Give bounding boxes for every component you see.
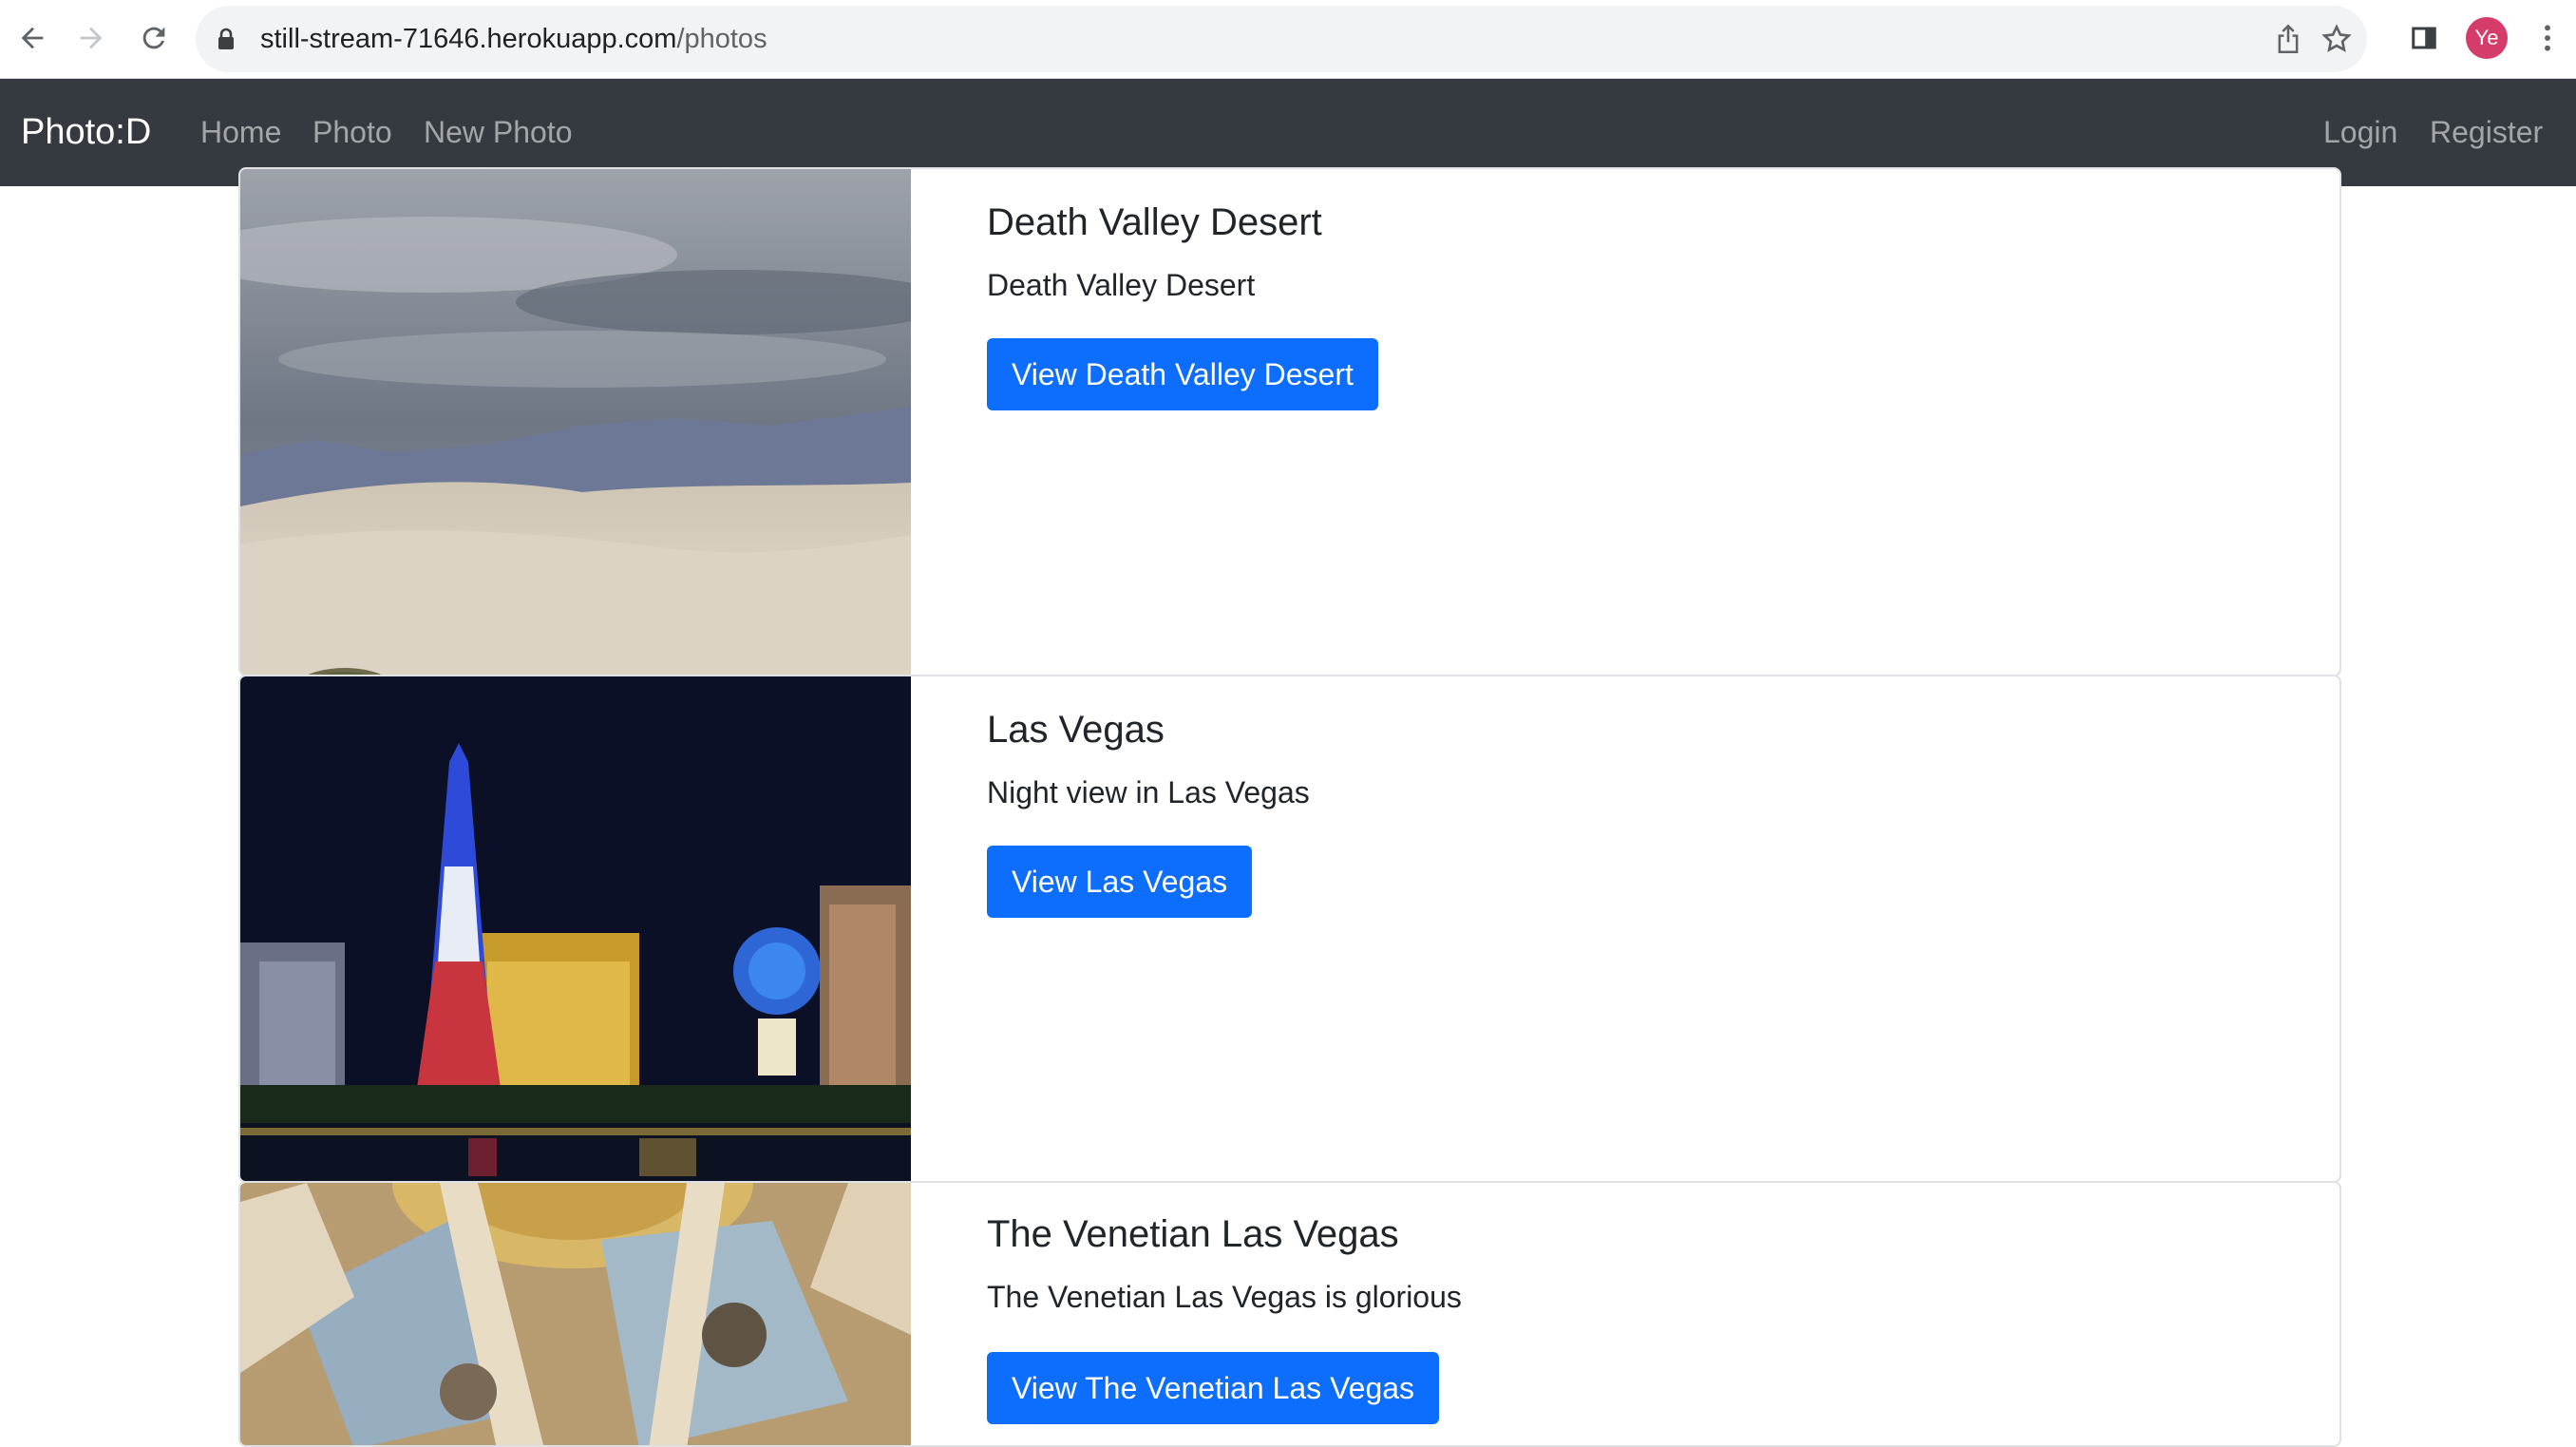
las-vegas-photo bbox=[240, 676, 911, 1181]
lock-icon bbox=[218, 28, 234, 49]
photo-title: Death Valley Desert bbox=[987, 201, 1322, 243]
venetian-ceiling-photo bbox=[240, 1183, 911, 1445]
photo-description: The Venetian Las Vegas is glorious bbox=[987, 1280, 1462, 1314]
arrow-left-icon bbox=[21, 27, 44, 49]
url-text: still-stream-71646.herokuapp.com/photos bbox=[260, 6, 767, 72]
star-icon bbox=[2321, 24, 2352, 53]
more-vert-icon bbox=[2545, 25, 2550, 51]
photo-thumbnail[interactable] bbox=[240, 169, 911, 675]
url-path: /photos bbox=[676, 24, 767, 54]
reload-button[interactable] bbox=[125, 10, 182, 67]
navbar-brand[interactable]: Photo:D bbox=[21, 79, 151, 186]
side-panel-button[interactable] bbox=[2396, 10, 2453, 67]
url-host: still-stream-71646.herokuapp.com bbox=[260, 24, 677, 54]
bookmark-button[interactable] bbox=[2313, 15, 2360, 63]
photo-description: Night view in Las Vegas bbox=[987, 775, 1310, 809]
nav-link-register[interactable]: Register bbox=[2430, 79, 2543, 186]
photo-title: The Venetian Las Vegas bbox=[987, 1213, 1399, 1255]
photo-thumbnail[interactable] bbox=[240, 1183, 911, 1445]
photo-title: Las Vegas bbox=[987, 709, 1165, 751]
reload-icon bbox=[142, 27, 165, 49]
photo-card: The Venetian Las Vegas The Venetian Las … bbox=[238, 1181, 2341, 1447]
profile-avatar[interactable]: Ye bbox=[2466, 17, 2508, 59]
forward-button[interactable] bbox=[63, 10, 120, 67]
browser-toolbar: still-stream-71646.herokuapp.com/photos … bbox=[0, 0, 2576, 79]
arrow-right-icon bbox=[80, 27, 103, 49]
desert-photo bbox=[240, 169, 911, 675]
view-photo-button[interactable]: View The Venetian Las Vegas bbox=[987, 1352, 1440, 1424]
photo-card: Las Vegas Night view in Las Vegas View L… bbox=[238, 675, 2341, 1183]
side-panel-icon bbox=[2412, 27, 2436, 49]
view-photo-button[interactable]: View Las Vegas bbox=[987, 846, 1253, 918]
back-button[interactable] bbox=[4, 10, 61, 67]
photo-description: Death Valley Desert bbox=[987, 268, 1256, 302]
address-bar[interactable]: still-stream-71646.herokuapp.com/photos bbox=[196, 6, 2367, 72]
browser-menu-button[interactable] bbox=[2519, 10, 2576, 67]
photo-card: Death Valley Desert Death Valley Desert … bbox=[238, 167, 2341, 676]
share-button[interactable] bbox=[2264, 15, 2312, 63]
view-photo-button[interactable]: View Death Valley Desert bbox=[987, 338, 1378, 410]
share-icon bbox=[2278, 24, 2299, 53]
photo-thumbnail[interactable] bbox=[240, 676, 911, 1181]
